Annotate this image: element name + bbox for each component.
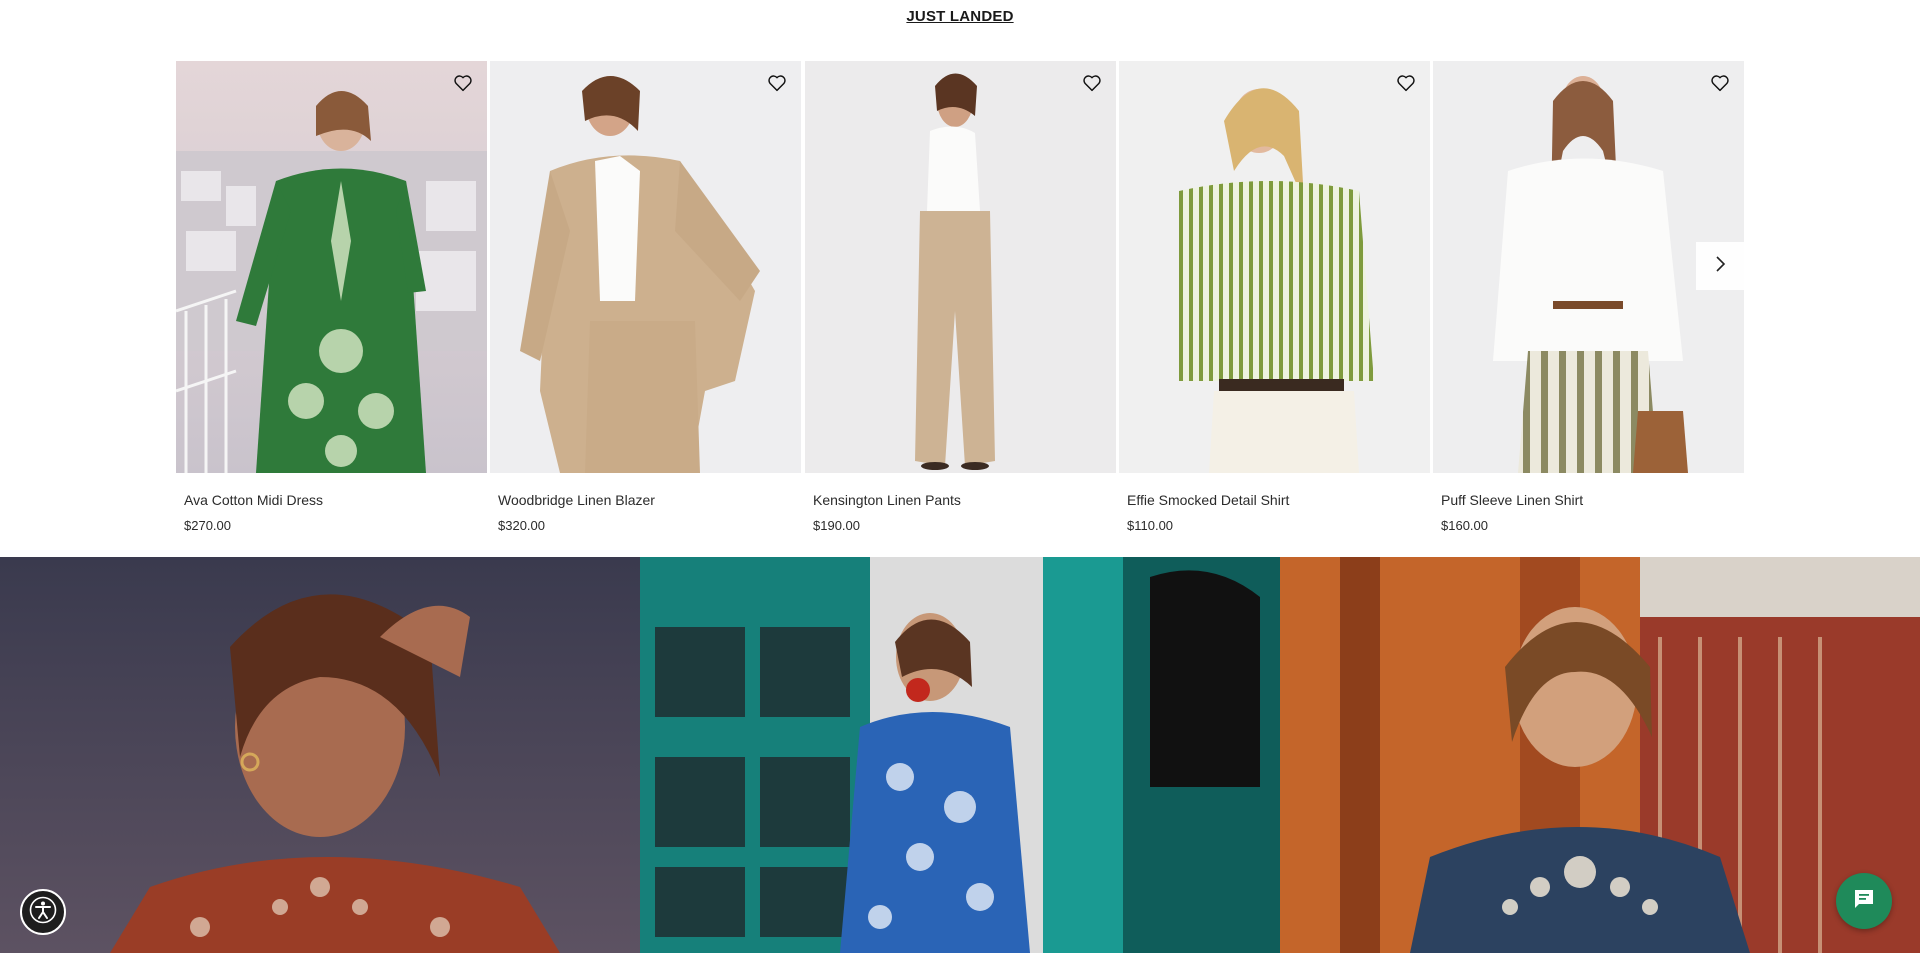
product-image[interactable] [490,61,801,473]
wishlist-heart-icon[interactable] [1708,71,1732,95]
product-image[interactable] [1119,61,1430,473]
chevron-right-icon [1713,255,1727,278]
wishlist-heart-icon[interactable] [1080,71,1104,95]
product-name[interactable]: Woodbridge Linen Blazer [498,492,801,508]
product-price: $320.00 [498,518,545,533]
accessibility-icon [29,896,57,929]
wishlist-heart-icon[interactable] [765,71,789,95]
wishlist-heart-icon[interactable] [451,71,475,95]
product-name[interactable]: Ava Cotton Midi Dress [184,492,487,508]
product-price: $160.00 [1441,518,1488,533]
product-price: $270.00 [184,518,231,533]
editorial-image-right[interactable] [1280,557,1920,953]
product-price: $110.00 [1127,518,1174,533]
product-card[interactable]: Woodbridge Linen Blazer $320.00 [490,61,801,533]
editorial-image-left[interactable] [0,557,640,953]
product-name[interactable]: Kensington Linen Pants [813,492,1116,508]
product-card[interactable]: Kensington Linen Pants $190.00 [805,61,1116,533]
section-title-just-landed[interactable]: JUST LANDED [0,8,1920,25]
editorial-image-center[interactable] [640,557,1280,953]
chat-button[interactable] [1836,873,1892,929]
editorial-banner [0,557,1920,953]
wishlist-heart-icon[interactable] [1394,71,1418,95]
product-price: $190.00 [813,518,860,533]
product-card[interactable]: Ava Cotton Midi Dress $270.00 [176,61,487,533]
product-name[interactable]: Puff Sleeve Linen Shirt [1441,492,1744,508]
product-carousel: Ava Cotton Midi Dress $270.00 Woodbridge… [176,61,1744,551]
carousel-next-button[interactable] [1696,242,1744,290]
product-image[interactable] [176,61,487,473]
product-name[interactable]: Effie Smocked Detail Shirt [1127,492,1430,508]
accessibility-button[interactable] [20,889,66,935]
product-card[interactable]: Effie Smocked Detail Shirt $110.00 [1119,61,1430,533]
product-card[interactable]: Puff Sleeve Linen Shirt $160.00 [1433,61,1744,533]
chat-bubble-icon [1852,887,1876,916]
product-image[interactable] [805,61,1116,473]
